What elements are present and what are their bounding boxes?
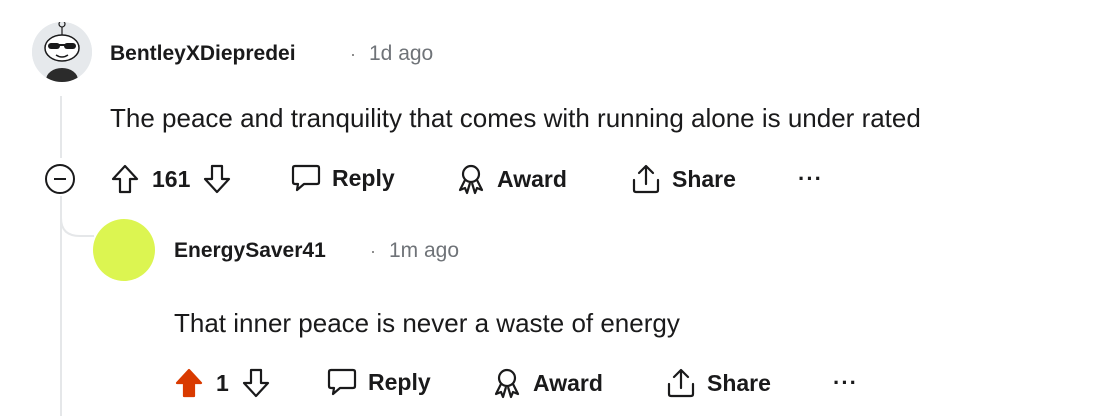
vote-count: 1 (216, 369, 229, 396)
upvote-icon[interactable] (174, 367, 204, 399)
reply-label: Reply (368, 368, 431, 395)
reply-timestamp[interactable]: 1m ago (389, 239, 459, 263)
award-button[interactable]: Award (491, 367, 603, 399)
separator-dot: · (350, 44, 356, 64)
award-icon (491, 367, 523, 399)
reply-label: Reply (332, 164, 395, 191)
share-label: Share (707, 369, 771, 396)
share-icon (630, 163, 662, 195)
award-label: Award (533, 369, 603, 396)
share-label: Share (672, 165, 736, 192)
comment-timestamp[interactable]: 1d ago (369, 42, 433, 66)
reply-button[interactable]: Reply (326, 367, 431, 397)
downvote-icon[interactable] (241, 367, 271, 399)
share-icon (665, 367, 697, 399)
thread-line (60, 96, 62, 158)
comment-bubble-icon (290, 163, 322, 193)
upvote-icon[interactable] (110, 163, 140, 195)
downvote-icon[interactable] (202, 163, 232, 195)
share-button[interactable]: Share (665, 367, 771, 399)
snoo-avatar-icon (32, 22, 92, 82)
comment-username[interactable]: BentleyXDiepredei (110, 42, 296, 66)
reply-button[interactable]: Reply (290, 163, 395, 193)
avatar[interactable] (93, 219, 155, 281)
vote-group: 1 (174, 367, 271, 399)
vote-count: 161 (152, 165, 191, 192)
reply-body: That inner peace is never a waste of ene… (174, 308, 680, 338)
vote-group: 161 (110, 163, 232, 195)
award-icon (455, 163, 487, 195)
separator-dot: · (370, 241, 376, 261)
collapse-thread-button[interactable] (45, 164, 75, 194)
reply-username[interactable]: EnergySaver41 (174, 239, 326, 263)
more-options-button[interactable]: ··· (833, 370, 858, 396)
comment-bubble-icon (326, 367, 358, 397)
award-label: Award (497, 165, 567, 192)
comment-body: The peace and tranquility that comes wit… (110, 103, 921, 133)
avatar[interactable] (32, 22, 92, 82)
more-options-button[interactable]: ··· (798, 166, 823, 192)
share-button[interactable]: Share (630, 163, 736, 195)
award-button[interactable]: Award (455, 163, 567, 195)
